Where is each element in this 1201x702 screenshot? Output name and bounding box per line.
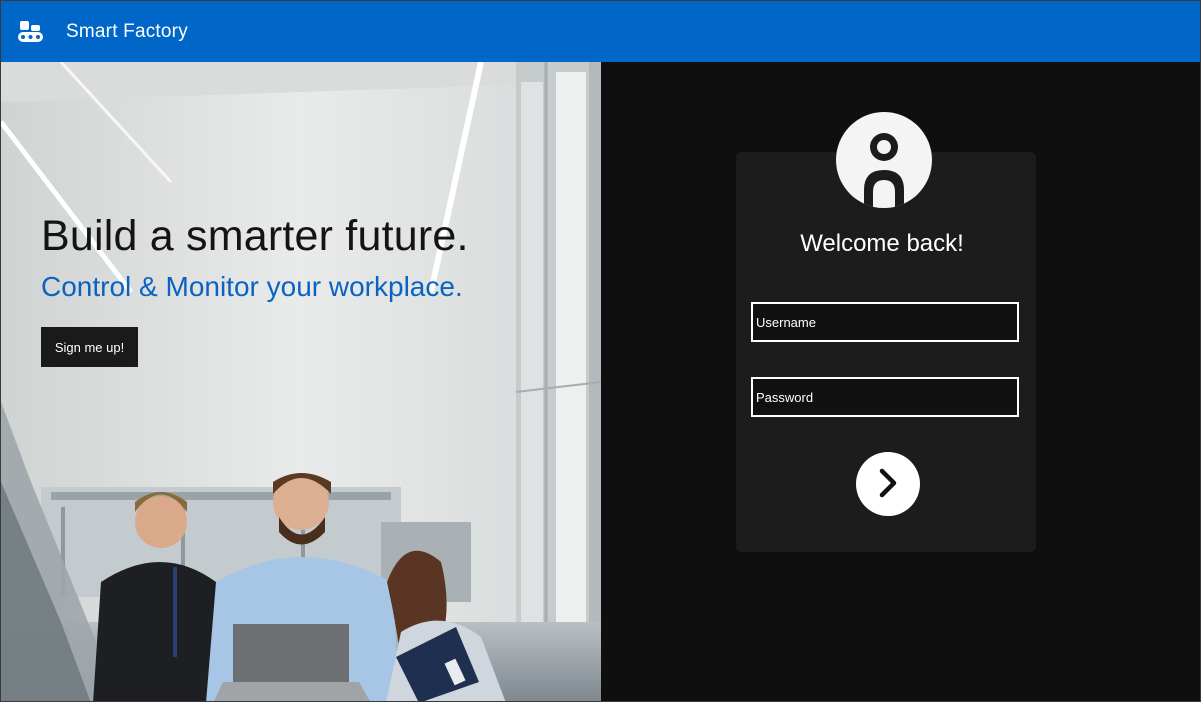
password-field[interactable] bbox=[751, 377, 1019, 417]
hero-subline: Control & Monitor your workplace. bbox=[41, 271, 463, 302]
chevron-right-icon bbox=[876, 467, 900, 502]
username-field[interactable] bbox=[751, 302, 1019, 342]
login-submit-button[interactable] bbox=[856, 452, 920, 516]
login-pane: Welcome back! bbox=[601, 62, 1200, 701]
app-bar: Smart Factory bbox=[1, 1, 1200, 62]
welcome-heading: Welcome back! bbox=[800, 230, 964, 257]
account-circle-icon bbox=[836, 112, 932, 208]
hero-photo bbox=[1, 62, 601, 701]
app-title: Smart Factory bbox=[66, 20, 188, 42]
hero-headline: Build a smarter future. bbox=[41, 212, 469, 260]
app-window: Smart Factory Build a smarter future. Co… bbox=[0, 0, 1201, 702]
hero-panel: Build a smarter future. Control & Monito… bbox=[1, 62, 601, 701]
sign-up-button[interactable]: Sign me up! bbox=[41, 327, 138, 367]
conveyor-robot-icon bbox=[18, 20, 44, 44]
